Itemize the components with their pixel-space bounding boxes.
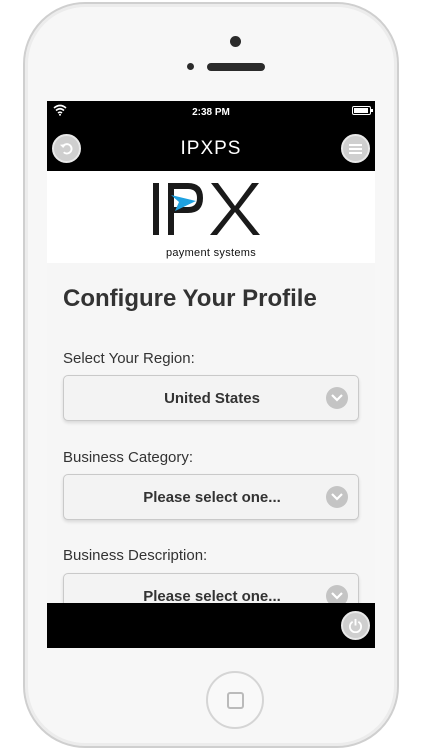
region-select[interactable]: United States [63, 375, 359, 421]
chevron-down-icon [326, 486, 348, 508]
logo-subtitle: payment systems [165, 247, 257, 259]
nav-title: IPXPS [180, 138, 242, 159]
battery-icon [352, 106, 373, 115]
category-select[interactable]: Please select one... [63, 474, 359, 520]
status-time: 2:38 PM [192, 107, 230, 118]
power-button[interactable] [341, 611, 370, 640]
front-camera [230, 36, 241, 47]
category-label: Business Category: [63, 449, 194, 466]
status-bar: 2:38 PM [47, 101, 375, 123]
menu-button[interactable] [341, 134, 370, 163]
region-value: United States [164, 390, 260, 407]
home-button[interactable] [206, 671, 264, 729]
region-label: Select Your Region: [63, 350, 195, 367]
description-label: Business Description: [63, 547, 208, 564]
hamburger-icon [349, 142, 362, 156]
sensor [187, 63, 194, 70]
ipx-logo-icon [153, 183, 260, 235]
power-icon [348, 618, 363, 633]
profile-form: Configure Your Profile Select Your Regio… [47, 263, 375, 619]
chevron-down-icon [326, 387, 348, 409]
brand-logo-area: payment systems [47, 171, 375, 263]
nav-bar: IPXPS [47, 123, 375, 171]
earpiece-speaker [207, 63, 265, 71]
page-title: Configure Your Profile [63, 285, 317, 312]
app-screen: 2:38 PM IPXPS payment systems Configure … [47, 101, 375, 648]
bottom-bar [47, 603, 375, 648]
category-value: Please select one... [143, 489, 281, 506]
